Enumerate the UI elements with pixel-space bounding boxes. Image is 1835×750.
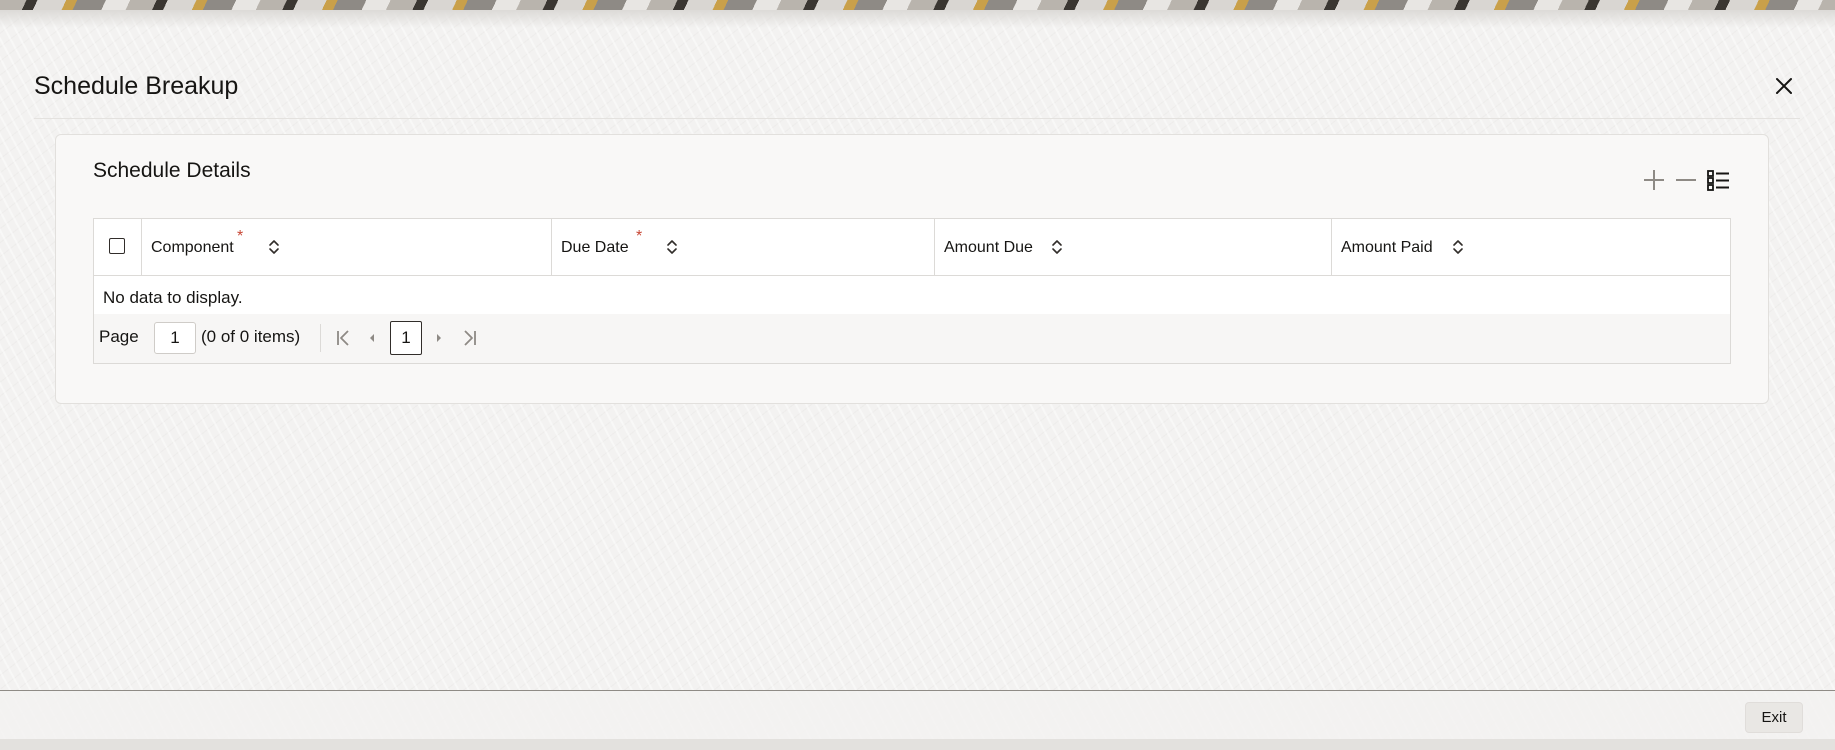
schedule-details-table: Component * Due Date * Amount Due Amount… xyxy=(93,218,1731,364)
column-header-component[interactable]: Component * xyxy=(142,219,552,275)
column-header-amount-due[interactable]: Amount Due xyxy=(935,219,1332,275)
column-header-amount-paid[interactable]: Amount Paid xyxy=(1332,219,1730,275)
table-header: Component * Due Date * Amount Due Amount… xyxy=(94,219,1730,276)
select-all-cell xyxy=(94,219,142,275)
exit-button[interactable]: Exit xyxy=(1745,702,1803,733)
column-label-due-date: Due Date xyxy=(561,239,629,256)
page-number-button[interactable]: 1 xyxy=(390,321,422,355)
column-header-due-date[interactable]: Due Date * xyxy=(552,219,935,275)
column-label-amount-paid: Amount Paid xyxy=(1341,239,1433,256)
select-all-checkbox[interactable] xyxy=(109,238,125,254)
pager-divider xyxy=(320,324,321,352)
title-divider xyxy=(34,118,1800,119)
header-decorative-band xyxy=(0,0,1835,10)
sort-icon[interactable] xyxy=(264,235,284,259)
first-page-icon xyxy=(337,330,349,346)
previous-page-button[interactable] xyxy=(360,326,384,350)
items-count: (0 of 0 items) xyxy=(201,327,301,346)
next-page-button[interactable] xyxy=(427,326,451,350)
header-band-shadow xyxy=(0,10,1835,28)
pagination-bar: Page (0 of 0 items) 1 xyxy=(94,314,1730,363)
delete-row-button[interactable] xyxy=(1671,165,1701,195)
sort-icon[interactable] xyxy=(662,235,682,259)
sort-icon[interactable] xyxy=(1047,235,1067,259)
schedule-details-panel: Schedule Details Component * Due Date * … xyxy=(55,134,1769,404)
chevron-right-icon xyxy=(437,334,441,342)
required-indicator: * xyxy=(636,228,643,245)
column-label-component: Component xyxy=(151,239,234,256)
page-label: Page xyxy=(99,327,139,346)
close-icon xyxy=(1776,78,1792,94)
last-page-button[interactable] xyxy=(458,326,482,350)
minus-icon xyxy=(1676,179,1696,181)
first-page-button[interactable] xyxy=(331,326,355,350)
list-view-icon xyxy=(1707,170,1729,191)
page-number-input[interactable] xyxy=(154,322,196,354)
close-button[interactable] xyxy=(1770,72,1798,100)
single-record-view-button[interactable] xyxy=(1703,165,1733,195)
last-page-icon xyxy=(464,330,476,346)
required-indicator: * xyxy=(237,228,244,245)
empty-table-row: No data to display. xyxy=(94,276,1730,314)
panel-title: Schedule Details xyxy=(93,159,251,182)
column-label-amount-due: Amount Due xyxy=(944,239,1033,256)
bottom-band xyxy=(0,739,1835,750)
plus-icon xyxy=(1644,170,1664,190)
no-data-message: No data to display. xyxy=(103,288,243,307)
sort-icon[interactable] xyxy=(1448,235,1468,259)
add-row-button[interactable] xyxy=(1639,165,1669,195)
chevron-left-icon xyxy=(370,334,374,342)
dialog-title: Schedule Breakup xyxy=(34,72,239,100)
